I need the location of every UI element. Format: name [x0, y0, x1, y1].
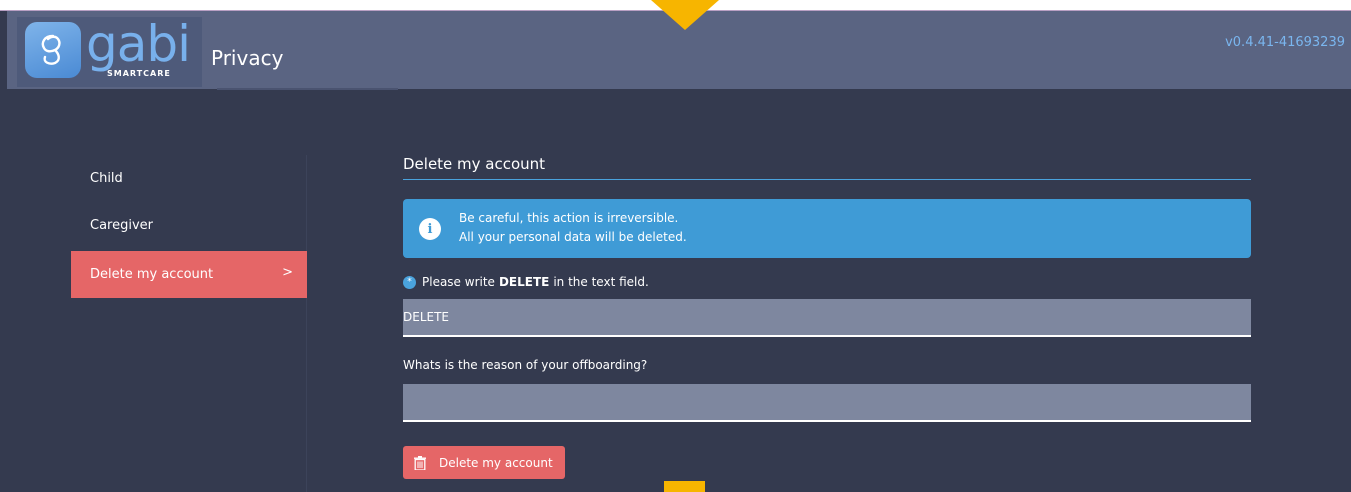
section-title: Delete my account	[403, 155, 1251, 180]
warning-alert: i Be careful, this action is irreversibl…	[403, 199, 1251, 258]
sidebar-item-label: Delete my account	[90, 267, 214, 282]
alert-line-1: Be careful, this action is irreversible.	[459, 211, 679, 225]
settings-sidebar: Child Caregiver Delete my account >	[71, 155, 307, 492]
sidebar-item-label: Child	[90, 171, 123, 186]
sidebar-item-delete-account[interactable]: Delete my account >	[71, 251, 307, 298]
confirm-label: * Please write DELETE in the text field.	[403, 275, 649, 289]
bottom-marker	[664, 481, 705, 492]
gabi-logo-icon[interactable]	[25, 22, 81, 78]
confirm-label-suffix: in the text field.	[553, 275, 649, 289]
version-label: v0.4.41-41693239	[1225, 35, 1345, 50]
confirm-label-prefix: Please write	[422, 275, 495, 289]
required-icon: *	[403, 275, 416, 289]
confirm-input-value: DELETE	[403, 310, 450, 324]
info-icon: i	[419, 218, 441, 240]
confirm-input[interactable]: DELETE	[403, 299, 1251, 337]
sidebar-item-caregiver[interactable]: Caregiver	[71, 202, 307, 249]
alert-line-2: All your personal data will be deleted.	[459, 230, 687, 244]
logo-glyph-icon	[41, 34, 61, 65]
trash-icon	[414, 455, 426, 470]
confirm-label-keyword: DELETE	[498, 275, 550, 289]
delete-button-label: Delete my account	[439, 455, 553, 470]
top-marker	[651, 0, 719, 30]
chevron-right-icon: >	[282, 265, 293, 280]
logo-wordmark: gabi	[86, 15, 191, 73]
header-underline	[217, 88, 398, 90]
sidebar-item-child[interactable]: Child	[71, 155, 307, 202]
reason-label: Whats is the reason of your offboarding?	[403, 358, 648, 372]
reason-input[interactable]	[403, 384, 1251, 422]
logo-subtext: SMARTCARE	[107, 69, 171, 78]
sidebar-item-label: Caregiver	[90, 218, 154, 233]
page-title: Privacy	[211, 46, 284, 70]
delete-account-button[interactable]: Delete my account	[403, 446, 565, 479]
